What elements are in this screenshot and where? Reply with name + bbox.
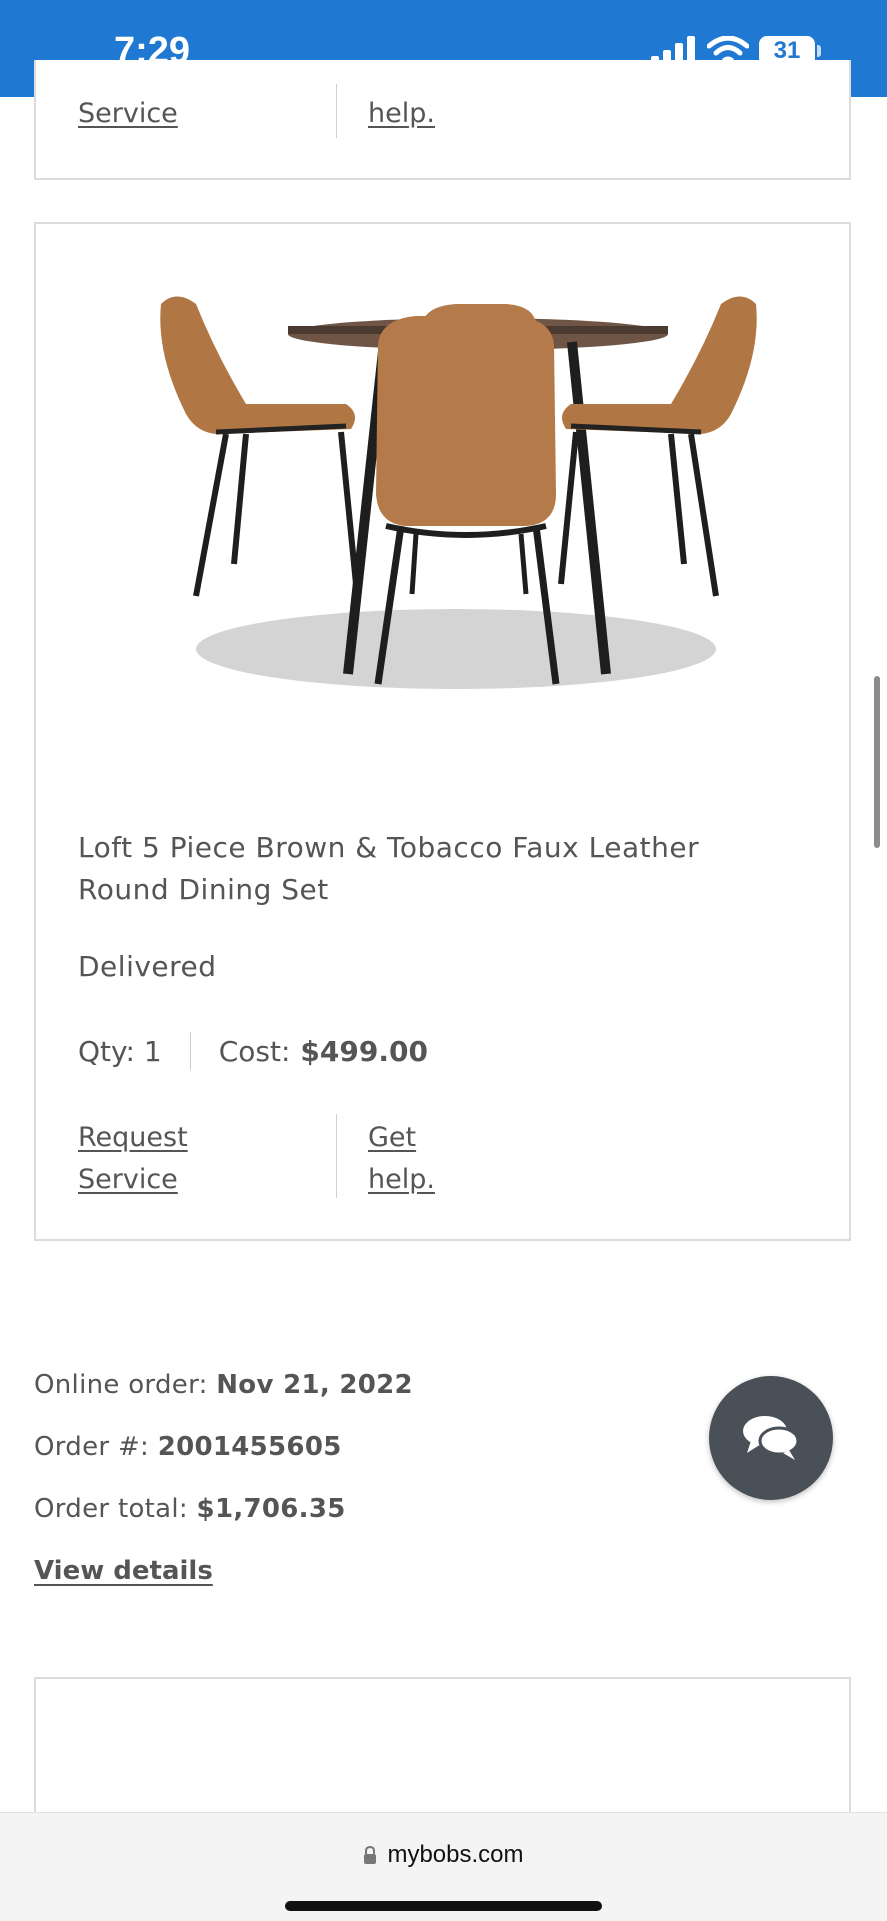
order-total-label: Order total: bbox=[34, 1494, 188, 1524]
request-service-link-prev[interactable]: Service bbox=[78, 93, 278, 135]
get-help-link-prev[interactable]: help. bbox=[368, 93, 568, 135]
browser-bar: mybobs.com bbox=[0, 1812, 887, 1921]
get-help-link-text[interactable]: help. bbox=[368, 98, 435, 129]
chat-bubbles-icon bbox=[743, 1416, 800, 1460]
link-divider bbox=[336, 84, 337, 138]
request-service-line1[interactable]: Request bbox=[78, 1117, 278, 1159]
order-number-value: 2001455605 bbox=[157, 1432, 342, 1462]
online-order-row: Online order: Nov 21, 2022 bbox=[34, 1370, 413, 1400]
scrollbar[interactable] bbox=[874, 676, 880, 848]
order-number-label: Order #: bbox=[34, 1432, 150, 1462]
online-order-date: Nov 21, 2022 bbox=[216, 1370, 413, 1400]
request-service-link-text[interactable]: Service bbox=[78, 98, 178, 129]
order-total-row: Order total: $1,706.35 bbox=[34, 1494, 346, 1524]
chat-button[interactable] bbox=[709, 1376, 833, 1500]
online-order-label: Online order: bbox=[34, 1370, 208, 1400]
get-help-line2[interactable]: help. bbox=[368, 1159, 568, 1201]
link-divider bbox=[336, 1114, 337, 1198]
lock-icon bbox=[364, 1846, 377, 1864]
get-help-line1[interactable]: Get bbox=[368, 1117, 568, 1159]
order-item-card: Loft 5 Piece Brown & Tobacco Faux Leathe… bbox=[34, 222, 851, 1241]
cost-value: $499.00 bbox=[300, 1034, 428, 1068]
product-title-line1: Loft 5 Piece Brown & Tobacco Faux Leathe… bbox=[78, 831, 700, 864]
get-help-link[interactable]: Get help. bbox=[368, 1117, 568, 1201]
previous-item-card: Service help. bbox=[34, 60, 851, 180]
battery-cap bbox=[817, 45, 821, 57]
qty-divider bbox=[189, 1032, 191, 1070]
product-image[interactable] bbox=[116, 264, 796, 704]
order-number-row: Order #: 2001455605 bbox=[34, 1432, 342, 1462]
address-bar[interactable]: mybobs.com bbox=[0, 1841, 887, 1869]
cost-label: Cost: bbox=[218, 1034, 291, 1068]
request-service-link[interactable]: Request Service bbox=[78, 1117, 278, 1201]
order-total-value: $1,706.35 bbox=[196, 1494, 346, 1524]
home-indicator[interactable] bbox=[285, 1901, 602, 1911]
product-title[interactable]: Loft 5 Piece Brown & Tobacco Faux Leathe… bbox=[78, 827, 798, 911]
delivery-status: Delivered bbox=[78, 950, 217, 983]
qty-cost-row: Qty: 1 Cost: $499.00 bbox=[78, 1032, 428, 1070]
product-title-line2: Round Dining Set bbox=[78, 873, 329, 906]
qty-label: Qty: 1 bbox=[78, 1034, 162, 1068]
view-details-link[interactable]: View details bbox=[34, 1556, 213, 1586]
url-text[interactable]: mybobs.com bbox=[387, 1841, 523, 1869]
request-service-line2[interactable]: Service bbox=[78, 1159, 278, 1201]
